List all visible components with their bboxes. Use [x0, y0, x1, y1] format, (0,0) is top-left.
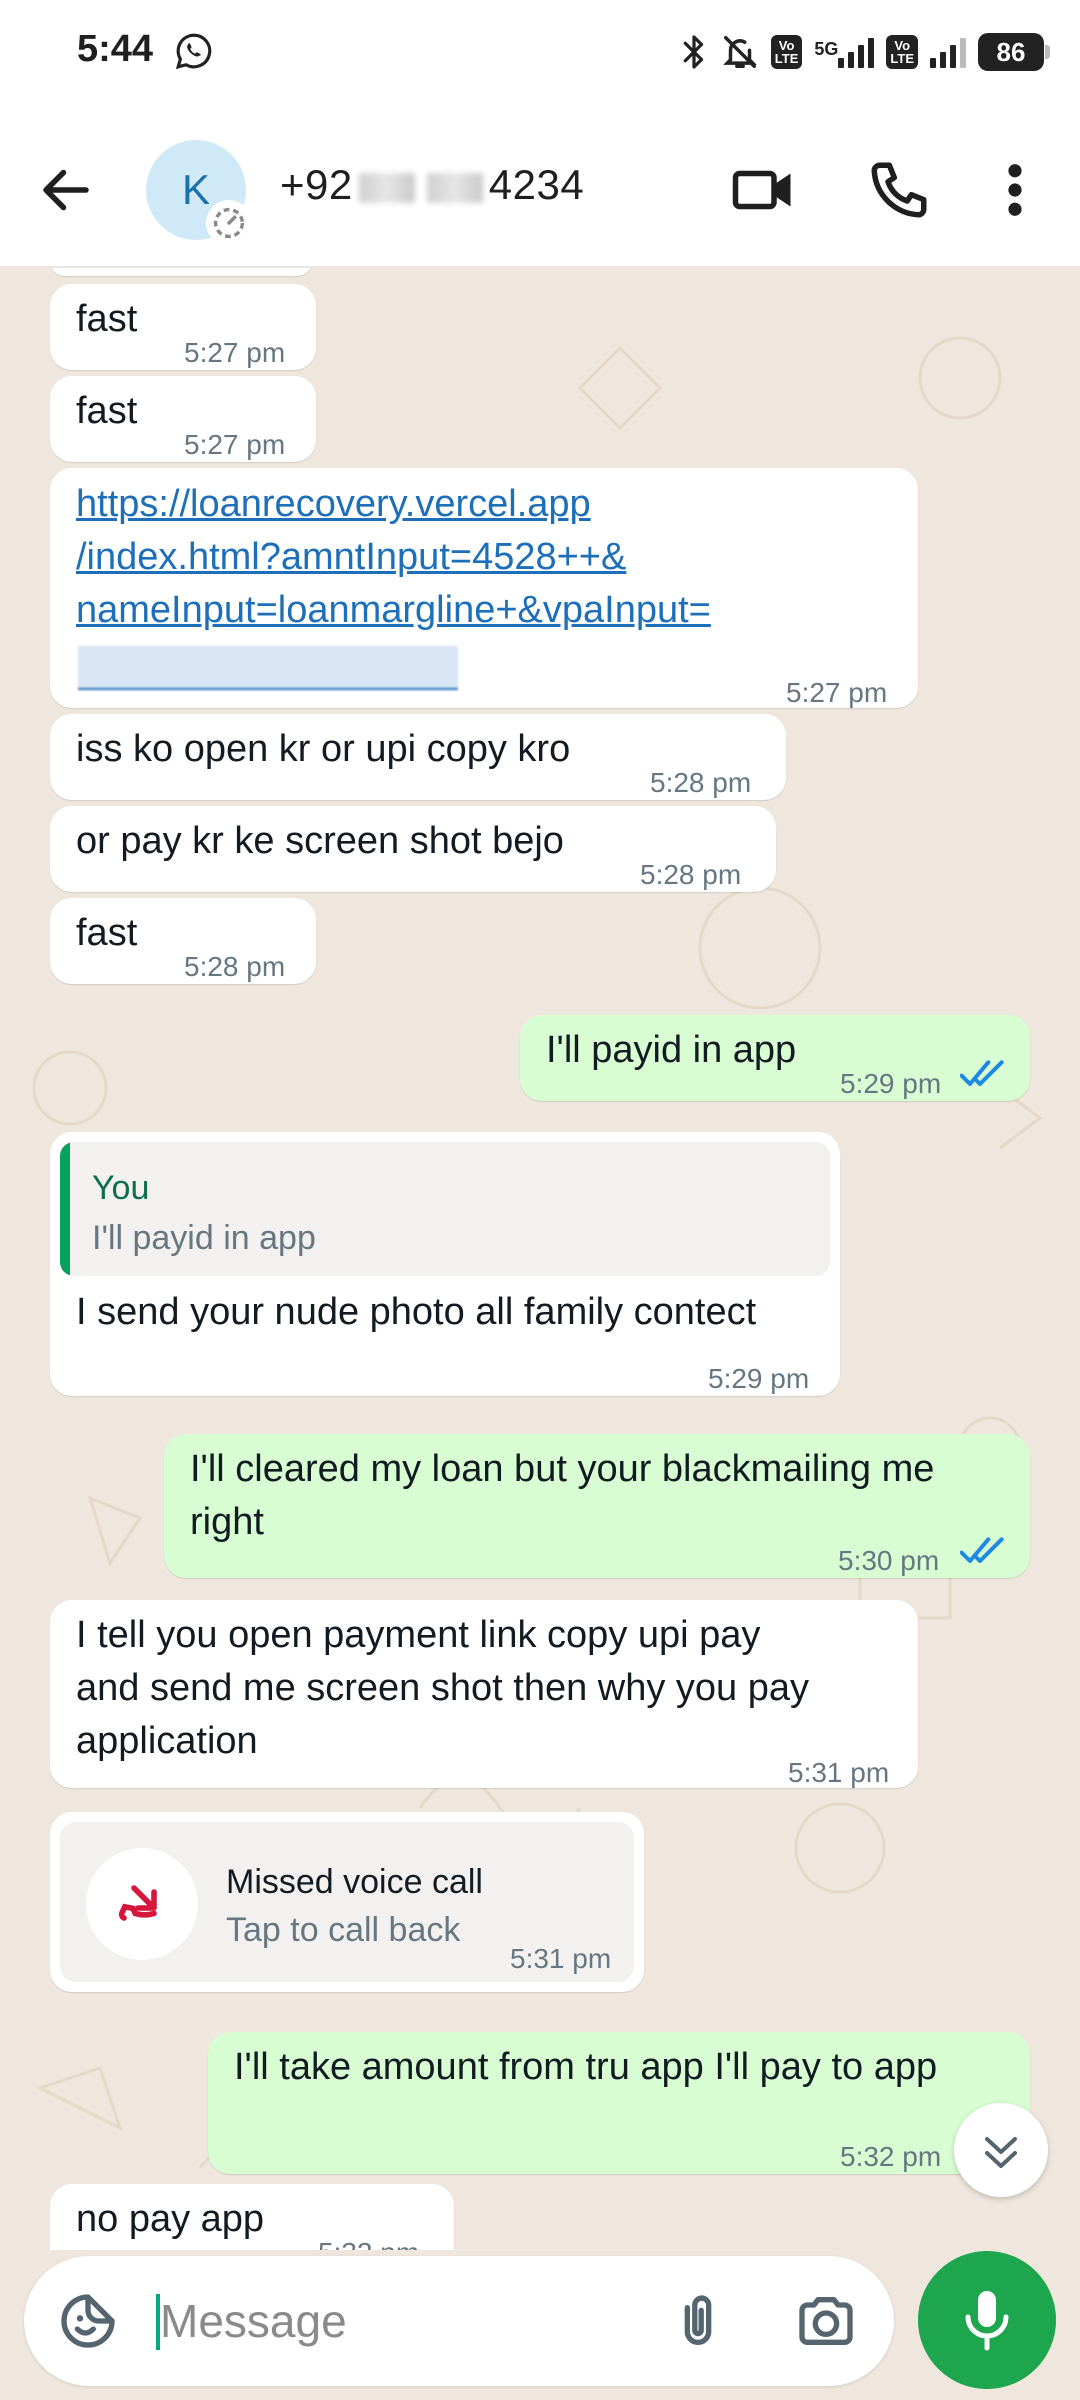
- message-time: 5:27 pm: [786, 677, 888, 708]
- quote-text: I'll payid in app: [92, 1219, 316, 1257]
- contact-suffix: 4234: [488, 161, 585, 208]
- camera-icon[interactable]: [794, 2289, 858, 2353]
- contact-prefix: +92: [280, 161, 353, 208]
- redacted-digits: [358, 172, 415, 203]
- quote-author: You: [92, 1169, 150, 1207]
- volte-badge: Vo LTE: [770, 35, 803, 69]
- chat-header: K +92 4234: [0, 105, 1080, 267]
- bluetooth-icon: [683, 35, 703, 69]
- message-text-line-2: right: [190, 1501, 264, 1543]
- message-time: 5:29 pm: [840, 1068, 942, 1099]
- call-subtitle: Tap to call back: [226, 1911, 461, 1949]
- message-time: 5:32 pm: [318, 2226, 419, 2250]
- missed-call-card[interactable]: Missed voice call Tap to call back 5:31 …: [60, 1822, 634, 1982]
- message-bubble[interactable]: fast 5:27 pm: [50, 376, 316, 462]
- message-text: fast: [76, 298, 138, 340]
- message-text: no pay app: [76, 2198, 265, 2240]
- message-text: fast: [76, 390, 138, 432]
- message-time: 5:32 pm: [840, 2141, 942, 2172]
- missed-call-icon: [86, 1848, 198, 1960]
- message-time: 5:28 pm: [650, 767, 752, 798]
- redacted-link-part: [78, 646, 458, 690]
- message-bubble[interactable]: iss ko open kr or upi copy kro 5:28 pm: [50, 714, 786, 800]
- mute-icon: [722, 36, 757, 68]
- message-time: 5:31 pm: [788, 1757, 890, 1788]
- message-bubble-outgoing[interactable]: I'll take amount from tru app I'll pay t…: [208, 2032, 1030, 2174]
- call-title: Missed voice call: [226, 1863, 483, 1901]
- message-bubble[interactable]: fast 5:27 pm: [50, 284, 316, 370]
- message-time: 5:30 pm: [838, 1545, 940, 1576]
- message-composer: [24, 2256, 894, 2386]
- message-bubble[interactable]: or pay kr ke screen shot bejo 5:28 pm: [50, 806, 776, 892]
- message-bubble-reply[interactable]: You I'll payid in app I send your nude p…: [50, 1132, 840, 1396]
- signal-icon: [838, 36, 875, 68]
- message-time: 5:28 pm: [184, 951, 286, 982]
- redacted-digits-2: [426, 172, 483, 203]
- phone-icon[interactable]: [866, 157, 932, 223]
- network-type: 5G: [814, 39, 839, 59]
- message-text-line-2: and send me screen shot then why you pay: [76, 1667, 810, 1709]
- video-call-icon[interactable]: [730, 157, 796, 223]
- signal-icon-2: [930, 36, 966, 68]
- message-bubble-partial[interactable]: [50, 268, 312, 276]
- message-text: I'll take amount from tru app I'll pay t…: [234, 2046, 938, 2088]
- message-bubble[interactable]: I tell you open payment link copy upi pa…: [50, 1600, 918, 1788]
- quoted-message[interactable]: You I'll payid in app: [60, 1142, 830, 1276]
- message-time: 5:28 pm: [640, 859, 742, 890]
- whatsapp-icon: [175, 33, 212, 70]
- message-text: or pay kr ke screen shot bejo: [76, 820, 564, 862]
- sticker-icon[interactable]: [56, 2289, 120, 2353]
- mic-icon[interactable]: [918, 2251, 1056, 2389]
- chevrons-down-icon[interactable]: [954, 2103, 1048, 2197]
- payment-link-line-2[interactable]: /index.html?amntInput=4528++&: [76, 531, 626, 584]
- message-text: fast: [76, 912, 138, 954]
- volte-badge-2: Vo LTE: [886, 35, 918, 69]
- status-time: 5:44: [77, 28, 154, 70]
- message-time: 5:27 pm: [184, 337, 286, 368]
- message-bubble[interactable]: no pay app 5:32 pm: [50, 2184, 454, 2250]
- message-text: I'll payid in app: [546, 1029, 797, 1071]
- missed-call-bubble[interactable]: Missed voice call Tap to call back 5:31 …: [50, 1812, 644, 1992]
- message-bubble-outgoing[interactable]: I'll payid in app 5:29 pm: [520, 1015, 1030, 1101]
- message-time: 5:31 pm: [510, 1943, 612, 1974]
- contact-name[interactable]: +92 4234: [280, 161, 584, 209]
- message-bubble[interactable]: fast 5:28 pm: [50, 898, 316, 984]
- double-tick-icon: [960, 1060, 1004, 1086]
- more-vert-icon[interactable]: [990, 157, 1040, 223]
- message-bubble-link[interactable]: https://loanrecovery.vercel.app /index.h…: [50, 468, 918, 708]
- battery-icon: 86: [978, 33, 1050, 71]
- chat-area[interactable]: fast 5:27 pm fast 5:27 pm https://loanre…: [0, 268, 1080, 2250]
- message-input[interactable]: [160, 2286, 640, 2356]
- message-text-line-3: application: [76, 1720, 258, 1762]
- message-bubble-outgoing[interactable]: I'll cleared my loan but your blackmaili…: [164, 1434, 1030, 1578]
- back-arrow-icon[interactable]: [36, 160, 96, 220]
- disappearing-timer-icon: [206, 200, 252, 246]
- payment-link-line-1[interactable]: https://loanrecovery.vercel.app: [76, 478, 591, 531]
- paperclip-icon[interactable]: [666, 2289, 730, 2353]
- message-text-line-1: I'll cleared my loan but your blackmaili…: [190, 1448, 935, 1490]
- double-tick-icon: [960, 1537, 1004, 1563]
- message-text: iss ko open kr or upi copy kro: [76, 728, 571, 770]
- message-text: I send your nude photo all family contec…: [76, 1291, 757, 1333]
- payment-link-line-3[interactable]: nameInput=loanmargline+&vpaInput=: [76, 584, 711, 637]
- status-bar: 5:44 Vo LTE 5G Vo LTE 86: [0, 0, 1080, 105]
- message-time: 5:29 pm: [708, 1363, 810, 1394]
- message-text-line-1: I tell you open payment link copy upi pa…: [76, 1614, 761, 1656]
- message-time: 5:27 pm: [184, 429, 286, 460]
- quote-accent-bar: [60, 1142, 70, 1276]
